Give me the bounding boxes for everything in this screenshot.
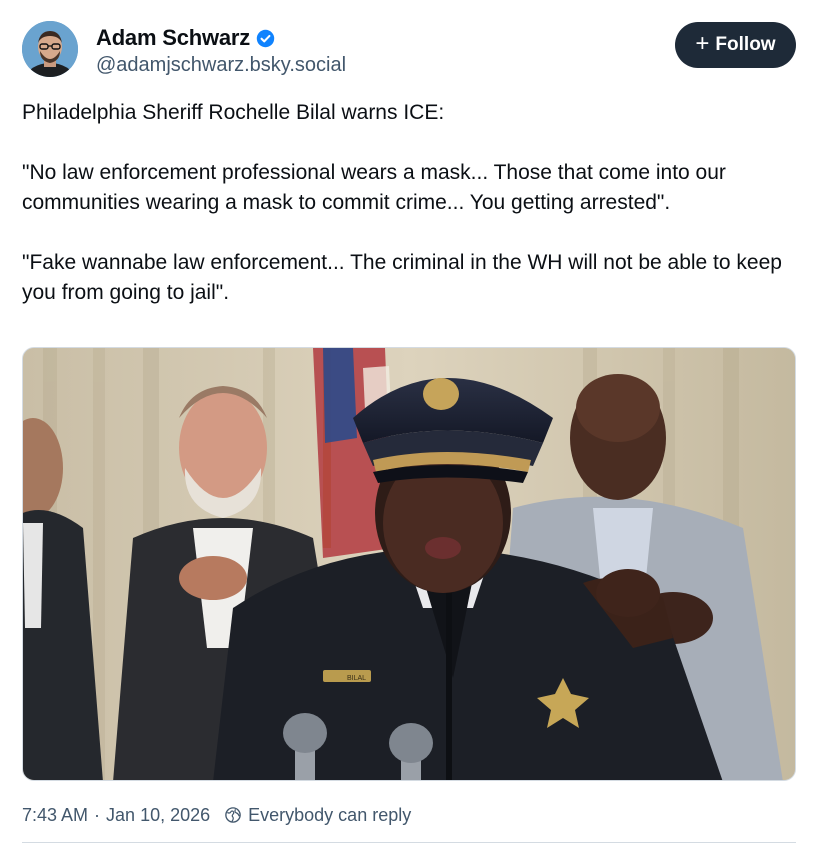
post-paragraph: "No law enforcement professional wears a… <box>22 161 726 214</box>
post-video-thumbnail[interactable]: BILAL <box>22 347 796 781</box>
post-text: Philadelphia Sheriff Rochelle Bilal warn… <box>22 98 796 308</box>
plus-icon: + <box>695 30 710 57</box>
post-time[interactable]: 7:43 AM <box>22 805 88 826</box>
avatar-image <box>22 21 78 77</box>
author-name-row: Adam Schwarz <box>96 25 346 51</box>
globe-icon <box>225 807 241 823</box>
meta-separator: · <box>94 804 101 825</box>
post-date[interactable]: Jan 10, 2026 <box>106 805 210 826</box>
follow-button[interactable]: + Follow <box>675 22 796 68</box>
post-paragraph: "Fake wannabe law enforcement... The cri… <box>22 251 782 304</box>
post-meta: 7:43 AM · Jan 10, 2026 Everybody can rep… <box>22 803 411 827</box>
follow-label: Follow <box>715 34 776 55</box>
author-name[interactable]: Adam Schwarz <box>96 25 250 51</box>
author-block: Adam Schwarz @adamjschwarz.bsky.social <box>96 25 346 77</box>
avatar[interactable] <box>22 21 78 77</box>
verified-badge-icon[interactable] <box>256 29 275 48</box>
nameplate-text: BILAL <box>347 675 366 682</box>
post-paragraph: Philadelphia Sheriff Rochelle Bilal warn… <box>22 101 445 124</box>
divider <box>22 842 796 843</box>
post: Adam Schwarz @adamjschwarz.bsky.social +… <box>22 20 796 843</box>
video-frame-image: BILAL <box>23 348 795 780</box>
author-handle[interactable]: @adamjschwarz.bsky.social <box>96 54 346 77</box>
post-header: Adam Schwarz @adamjschwarz.bsky.social +… <box>22 20 796 80</box>
reply-setting[interactable]: Everybody can reply <box>248 805 411 826</box>
